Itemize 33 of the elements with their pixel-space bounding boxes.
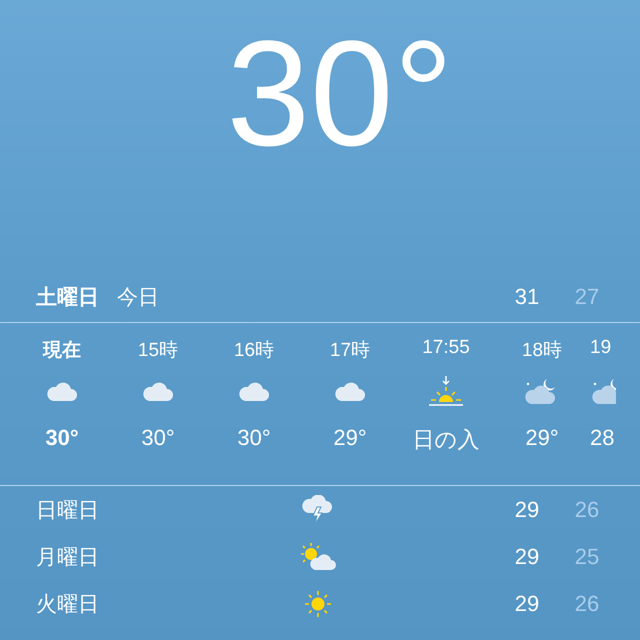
high-temperature: 29: [514, 496, 540, 522]
hour-label: 17時: [330, 339, 370, 361]
day-name: 日曜日: [36, 498, 100, 524]
day-name: 火曜日: [36, 592, 100, 618]
hour-label: 15時: [138, 339, 178, 361]
high-temperature: 31: [514, 284, 540, 310]
low-temperature: 27: [574, 284, 600, 310]
hour-temperature: 29°: [333, 425, 367, 452]
hour-temperature: 30°: [45, 425, 79, 452]
hour-temperature: 日の入: [412, 426, 480, 453]
hour-label: 17:55: [422, 337, 470, 360]
sun-cloud-icon: [298, 542, 338, 572]
low-temperature: 25: [574, 544, 600, 570]
sun-icon: [303, 588, 333, 618]
today-label: 今日: [117, 285, 159, 311]
cloud-moon-icon: [590, 376, 616, 406]
thunder-cloud-icon: [302, 494, 334, 524]
current-temperature: 30°: [226, 18, 454, 164]
sunset-icon: [427, 375, 465, 407]
hour-label: 19: [590, 337, 612, 360]
hour-temperature: 30°: [141, 425, 175, 452]
hour-temperature: 28: [590, 425, 614, 452]
day-name: 土曜日: [36, 285, 99, 311]
high-temperature: 29: [514, 544, 540, 570]
hour-label: 18時: [522, 339, 562, 361]
day-name: 月曜日: [36, 544, 100, 570]
hour-label: 16時: [234, 339, 274, 361]
low-temperature: 26: [574, 496, 600, 522]
low-temperature: 26: [574, 590, 600, 616]
hour-label: 現在: [43, 339, 81, 361]
hour-temperature: 30°: [237, 425, 271, 452]
high-temperature: 29: [514, 590, 540, 616]
hour-temperature: 29°: [525, 425, 559, 452]
